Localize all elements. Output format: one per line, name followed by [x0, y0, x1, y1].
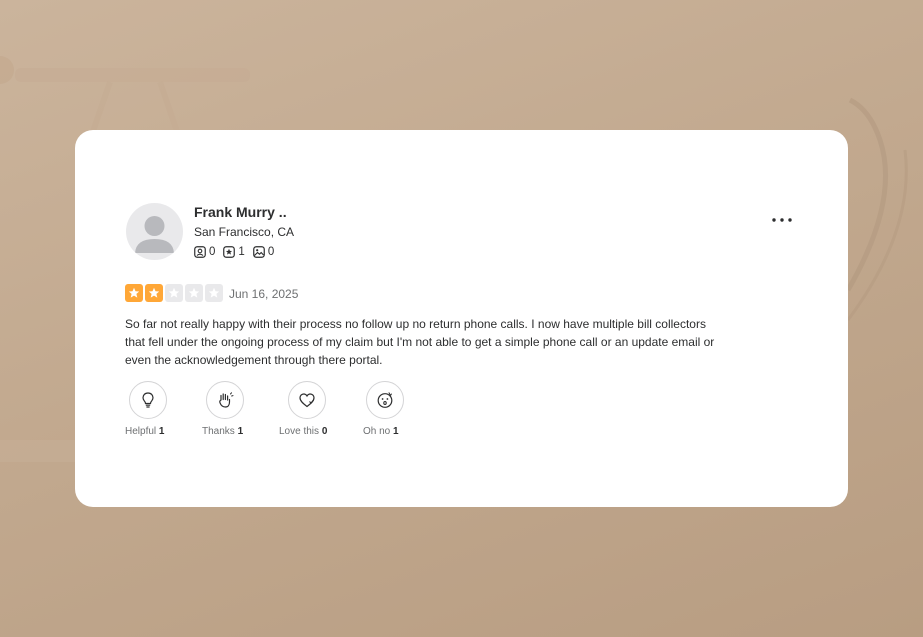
star-empty-icon	[185, 284, 203, 302]
star-empty-icon	[165, 284, 183, 302]
photos-count: 0	[267, 246, 275, 258]
friends-count: 0	[209, 246, 216, 258]
default-avatar-icon	[135, 216, 174, 253]
user-stats: 0 1 0	[194, 246, 282, 258]
helpful-count: 1	[158, 426, 165, 437]
surprised-face-icon	[377, 392, 393, 408]
clapping-hands-icon	[219, 392, 234, 408]
oh-no-text: Oh no	[363, 426, 391, 437]
star-empty-icon	[205, 284, 223, 302]
star-rating	[125, 284, 225, 302]
helpful-text: Helpful	[125, 426, 157, 437]
love-this-label: Love this 0	[279, 426, 327, 437]
star-filled-icon	[125, 284, 143, 302]
thanks-button[interactable]	[206, 381, 244, 419]
lightbulb-icon	[142, 392, 154, 408]
oh-no-button[interactable]	[366, 381, 404, 419]
helpful-button[interactable]	[129, 381, 167, 419]
reviews-icon	[223, 246, 236, 258]
friends-icon	[194, 246, 206, 258]
user-name[interactable]: Frank Murry ..	[194, 204, 287, 220]
thanks-count: 1	[237, 426, 244, 437]
photos-icon	[252, 246, 265, 258]
love-this-button[interactable]	[288, 381, 326, 419]
reviews-stat: 1	[223, 246, 245, 258]
photos-stat: 0	[252, 246, 275, 258]
more-icon	[772, 218, 792, 222]
review-date: Jun 16, 2025	[229, 287, 299, 301]
helpful-label: Helpful 1	[125, 426, 164, 437]
oh-no-label: Oh no 1	[363, 426, 399, 437]
reviews-count: 1	[238, 246, 245, 258]
love-this-text: Love this	[279, 426, 320, 437]
thanks-label: Thanks 1	[202, 426, 243, 437]
star-filled-icon	[145, 284, 163, 302]
avatar[interactable]	[126, 203, 183, 260]
heart-icon	[299, 393, 315, 408]
love-this-count: 0	[321, 426, 328, 437]
thanks-text: Thanks	[202, 426, 235, 437]
friends-stat: 0	[194, 246, 215, 258]
review-text: So far not really happy with their proce…	[125, 317, 715, 367]
review-card: Frank Murry .. San Francisco, CA 0 1 0 J…	[75, 130, 848, 507]
oh-no-count: 1	[393, 426, 399, 437]
user-location: San Francisco, CA	[194, 225, 295, 239]
more-options-button[interactable]	[767, 210, 797, 230]
